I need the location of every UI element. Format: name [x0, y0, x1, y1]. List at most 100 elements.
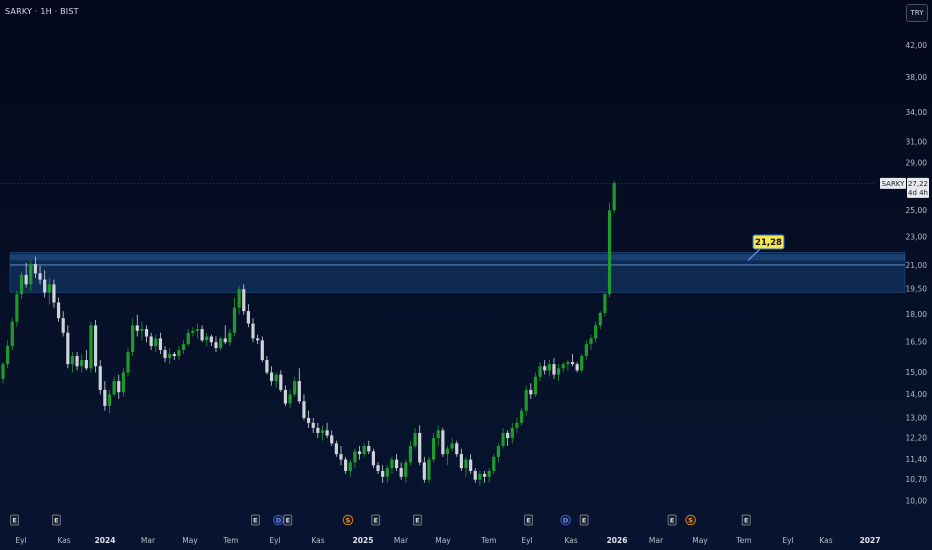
candle[interactable] — [232, 297, 237, 337]
candle[interactable] — [469, 454, 473, 474]
candle[interactable] — [325, 422, 329, 439]
candle[interactable] — [191, 327, 195, 337]
candle[interactable] — [260, 336, 264, 363]
candle[interactable] — [158, 332, 163, 355]
candle[interactable] — [15, 290, 19, 328]
candle[interactable] — [293, 376, 297, 397]
event-marker-e[interactable]: E — [667, 514, 677, 526]
candle[interactable] — [501, 427, 505, 449]
candle[interactable] — [10, 318, 14, 351]
candle[interactable] — [510, 422, 514, 444]
event-marker-s[interactable]: S — [685, 514, 696, 526]
candle[interactable] — [436, 425, 440, 446]
candle[interactable] — [561, 362, 565, 373]
candle[interactable] — [529, 383, 533, 399]
candle[interactable] — [487, 468, 491, 483]
event-marker-s[interactable]: S — [342, 514, 354, 526]
candle[interactable] — [297, 368, 301, 404]
candle[interactable] — [506, 430, 510, 446]
candle[interactable] — [607, 202, 612, 298]
candle[interactable] — [117, 374, 121, 399]
candle[interactable] — [334, 440, 338, 457]
candle[interactable] — [6, 340, 10, 369]
candle[interactable] — [492, 454, 496, 474]
candle[interactable] — [427, 456, 431, 483]
event-marker-e[interactable]: E — [251, 514, 260, 526]
event-marker-e[interactable]: E — [524, 514, 533, 526]
event-marker-d[interactable]: D — [273, 514, 284, 526]
candle[interactable] — [399, 462, 403, 480]
candle[interactable] — [154, 334, 158, 353]
candle[interactable] — [376, 462, 380, 474]
candle[interactable] — [186, 329, 190, 347]
candle[interactable] — [371, 448, 375, 469]
candle[interactable] — [200, 325, 204, 343]
candle[interactable] — [112, 376, 116, 397]
candle[interactable] — [121, 368, 125, 397]
candle[interactable] — [219, 336, 223, 351]
candle[interactable] — [177, 346, 181, 361]
candle[interactable] — [547, 360, 551, 377]
candle[interactable] — [418, 425, 422, 466]
candle[interactable] — [172, 352, 176, 361]
price-chart[interactable]: 42,00 38,00 34,00 31,00 29,00 25,00 23,00 21,00… — [0, 0, 932, 550]
candle[interactable] — [320, 425, 325, 441]
candle[interactable] — [149, 332, 153, 351]
candle[interactable] — [404, 459, 408, 483]
candle[interactable] — [330, 430, 334, 446]
candle[interactable] — [557, 364, 561, 382]
candle[interactable] — [288, 389, 292, 409]
event-marker-e[interactable]: E — [371, 514, 381, 526]
candle[interactable] — [316, 422, 320, 439]
candle[interactable] — [339, 445, 343, 466]
candle[interactable] — [612, 181, 616, 213]
candle[interactable] — [570, 354, 575, 367]
candle[interactable] — [394, 454, 399, 471]
candle[interactable] — [422, 456, 426, 483]
candle[interactable] — [84, 350, 88, 371]
candle[interactable] — [450, 438, 454, 452]
candle[interactable] — [302, 394, 306, 421]
candle[interactable] — [246, 304, 250, 328]
candle[interactable] — [89, 321, 93, 373]
candle[interactable] — [94, 319, 98, 373]
event-marker-d[interactable]: D — [560, 514, 571, 526]
candle[interactable] — [66, 325, 70, 369]
candle[interactable] — [56, 297, 61, 322]
candle[interactable] — [75, 352, 79, 371]
candle[interactable] — [575, 362, 579, 373]
candle[interactable] — [306, 410, 311, 428]
candle[interactable] — [107, 389, 112, 414]
candle[interactable] — [552, 358, 556, 379]
candle[interactable] — [459, 448, 463, 471]
candle[interactable] — [140, 321, 144, 341]
candle[interactable] — [209, 334, 213, 347]
candle[interactable] — [1, 362, 5, 384]
candle[interactable] — [168, 348, 172, 365]
candle[interactable] — [580, 354, 584, 373]
candle[interactable] — [126, 348, 130, 377]
candle[interactable] — [524, 385, 528, 416]
candle[interactable] — [131, 318, 135, 357]
candle[interactable] — [533, 372, 538, 397]
event-marker-e[interactable]: E — [51, 514, 61, 526]
candle[interactable] — [70, 352, 75, 373]
candle[interactable] — [441, 427, 445, 457]
candle[interactable] — [589, 334, 593, 351]
candle[interactable] — [362, 443, 366, 457]
candle[interactable] — [584, 340, 588, 361]
candle[interactable] — [482, 470, 487, 483]
candle[interactable] — [237, 285, 241, 315]
event-marker-e[interactable]: E — [283, 514, 293, 526]
candle[interactable] — [98, 360, 102, 395]
candle[interactable] — [344, 456, 348, 474]
candle[interactable] — [519, 408, 524, 426]
candle[interactable] — [353, 448, 357, 469]
candle[interactable] — [348, 459, 352, 477]
candle[interactable] — [19, 271, 24, 300]
candle[interactable] — [205, 332, 209, 347]
candle[interactable] — [251, 318, 255, 343]
candle[interactable] — [413, 427, 417, 449]
candle[interactable] — [80, 354, 84, 373]
event-marker-e[interactable]: E — [579, 514, 589, 526]
